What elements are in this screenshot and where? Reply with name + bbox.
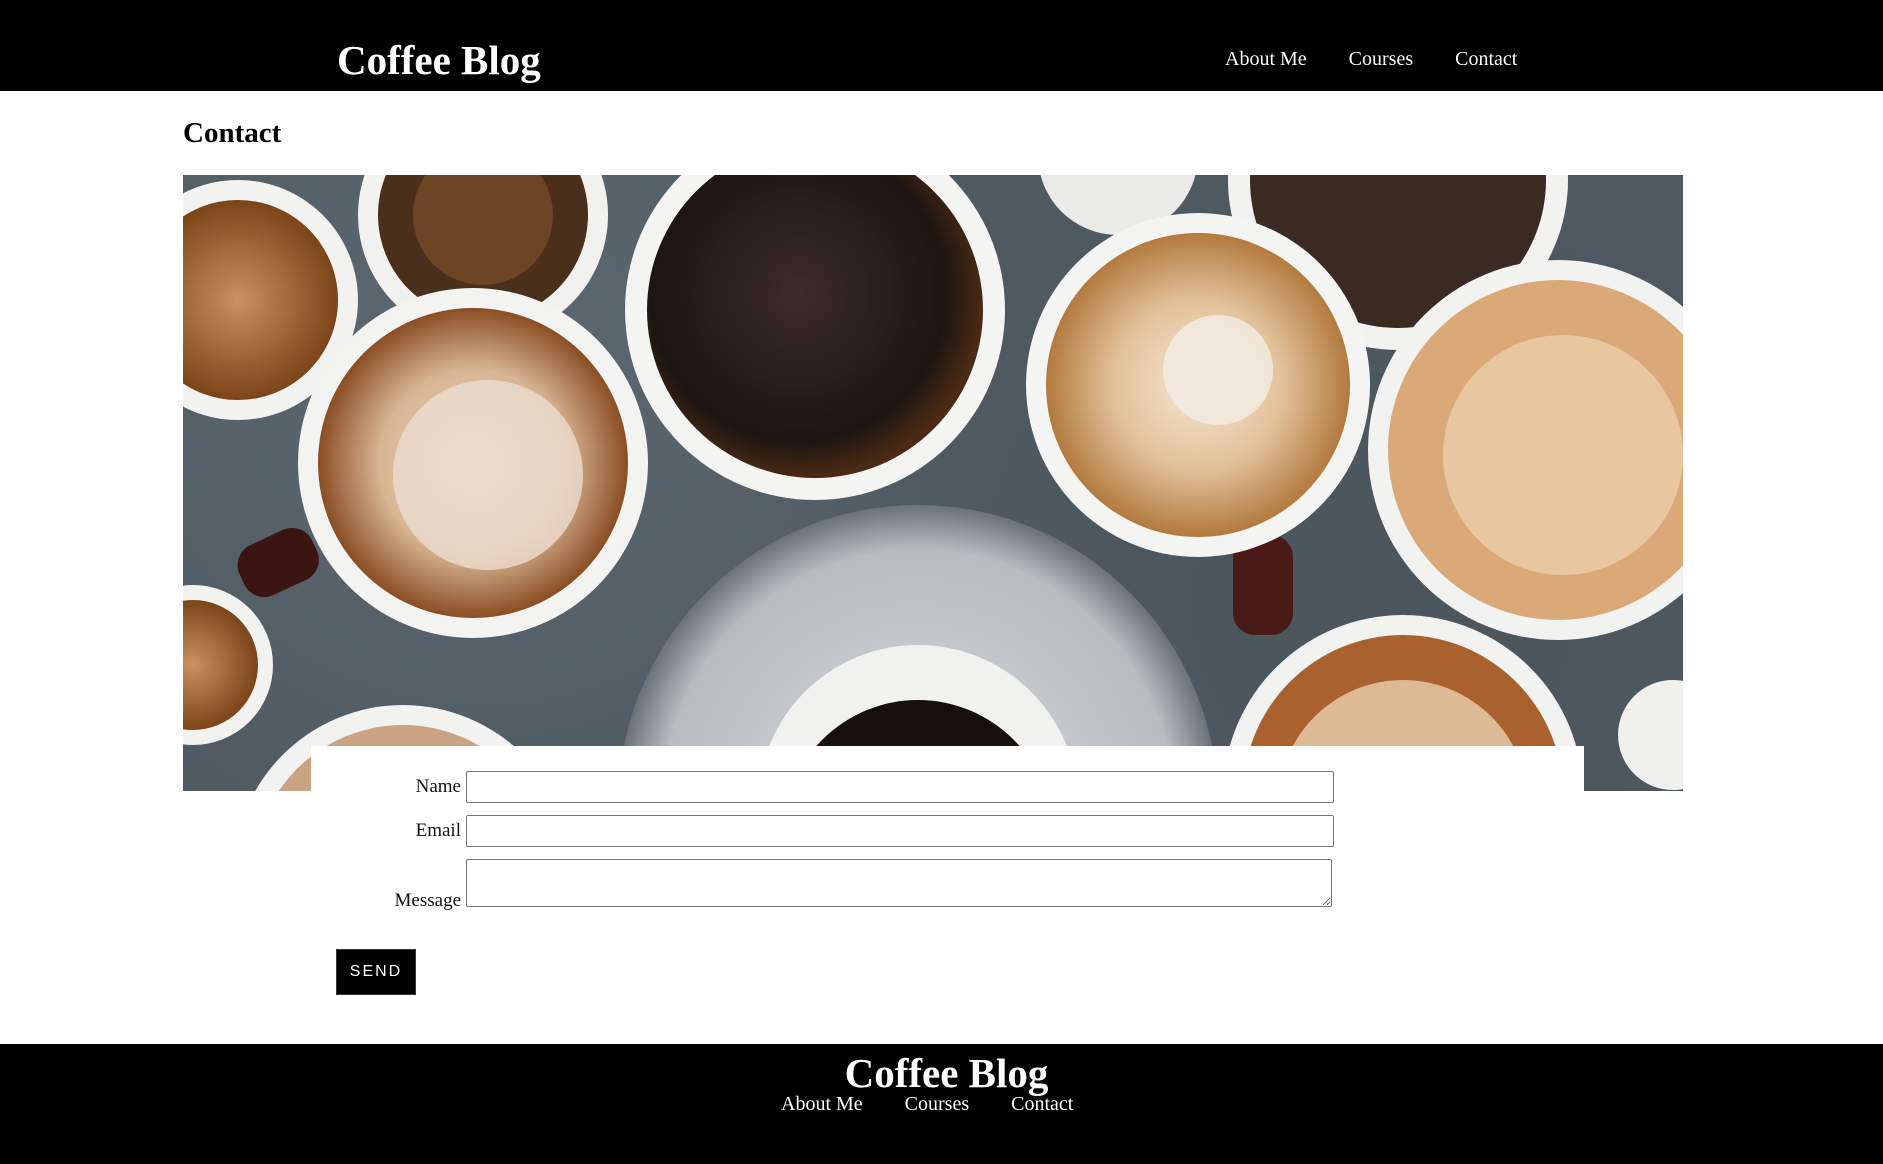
page-title: Contact (183, 117, 282, 149)
name-label: Name (415, 776, 461, 797)
site-header: Coffee Blog About Me Courses Contact (0, 0, 1883, 91)
hero-image (183, 175, 1683, 791)
name-field[interactable] (466, 771, 1334, 803)
footer-link-about-me[interactable]: About Me (781, 1091, 863, 1117)
nav-link-contact[interactable]: Contact (1455, 46, 1517, 72)
contact-form: Name Email Message SEND (311, 746, 1584, 1008)
site-title[interactable]: Coffee Blog (337, 34, 541, 86)
message-field[interactable] (466, 859, 1332, 907)
footer-nav: About Me Courses Contact (781, 1091, 1073, 1117)
top-nav: About Me Courses Contact (1225, 46, 1517, 72)
site-footer: Coffee Blog About Me Courses Contact (0, 1044, 1883, 1164)
footer-link-courses[interactable]: Courses (905, 1091, 969, 1117)
message-label: Message (394, 890, 461, 911)
send-button[interactable]: SEND (336, 949, 416, 995)
email-field[interactable] (466, 815, 1334, 847)
coffee-cups-illustration (183, 175, 1683, 791)
nav-link-courses[interactable]: Courses (1349, 46, 1413, 72)
nav-link-about-me[interactable]: About Me (1225, 46, 1307, 72)
footer-link-contact[interactable]: Contact (1011, 1091, 1073, 1117)
email-label: Email (415, 820, 461, 841)
